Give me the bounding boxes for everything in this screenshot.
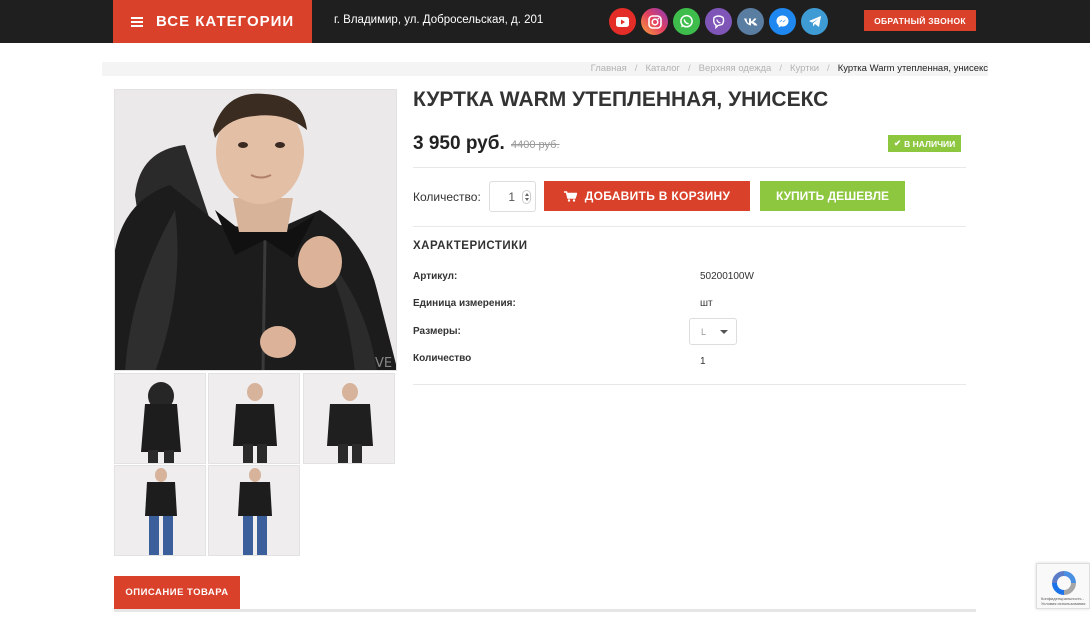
property-value-unit: шт [700,298,713,309]
quantity-stepper[interactable]: 1 [489,181,536,212]
buy-cheaper-button[interactable]: КУПИТЬ ДЕШЕВЛЕ [760,181,905,211]
all-categories-label: ВСЕ КАТЕГОРИИ [156,13,295,30]
breadcrumb-link-catalog[interactable]: Каталог [645,63,680,74]
social-links [609,8,828,35]
breadcrumb-separator: / [687,63,691,74]
product-old-price: 4400 руб. [511,139,560,151]
breadcrumb-separator: / [827,63,830,74]
add-to-cart-button[interactable]: ДОБАВИТЬ В КОРЗИНУ [544,181,750,211]
youtube-icon[interactable] [609,8,636,35]
breadcrumb-link-outerwear[interactable]: Верхняя одежда [699,63,772,74]
callback-button[interactable]: ОБРАТНЫЙ ЗВОНОК [864,10,976,31]
divider [413,167,966,168]
quantity-label: Количество: [413,190,481,204]
breadcrumb-link-home[interactable]: Главная [591,63,627,74]
cart-icon [563,190,577,202]
image-watermark: VE [375,356,392,371]
breadcrumb-link-jackets[interactable]: Куртки [790,63,819,74]
characteristics-title: ХАРАКТЕРИСТИКИ [413,240,528,252]
property-label-sizes: Размеры: [413,326,461,337]
tab-description[interactable]: ОПИСАНИЕ ТОВАРА [114,576,240,609]
divider [413,384,966,385]
product-main-image[interactable]: VE [114,89,397,371]
add-to-cart-label: ДОБАВИТЬ В КОРЗИНУ [584,189,731,203]
viber-icon[interactable] [705,8,732,35]
recaptcha-icon [1052,571,1076,595]
product-thumbnail[interactable] [303,373,395,464]
breadcrumb-separator: / [779,63,782,74]
property-label-article: Артикул: [413,271,458,282]
property-value-quantity: 1 [700,356,706,367]
chevron-down-icon [720,330,728,334]
check-icon: ✔ [894,138,902,148]
telegram-icon[interactable] [801,8,828,35]
vk-icon[interactable] [737,8,764,35]
all-categories-button[interactable]: ВСЕ КАТЕГОРИИ [113,0,312,43]
property-label-quantity: Количество [413,353,472,364]
breadcrumb-current: Куртка Warm утепленная, унисекс [837,63,988,74]
breadcrumb: Главная / Каталог / Верхняя одежда / Кур… [591,63,988,74]
product-thumbnail[interactable] [114,465,206,556]
stock-badge: ✔ В НАЛИЧИИ [888,135,962,152]
quantity-value[interactable]: 1 [490,190,518,204]
breadcrumb-separator: / [634,63,638,74]
whatsapp-icon[interactable] [673,8,700,35]
property-value-article: 50200100W [700,271,754,282]
product-price: 3 950 руб. [413,133,505,154]
spinner-icon[interactable] [522,189,531,204]
menu-icon [131,16,143,27]
product-thumbnail[interactable] [114,373,206,464]
property-label-unit: Единица измерения: [413,298,516,309]
store-address: г. Владимир, ул. Добросельская, д. 201 [334,14,544,26]
instagram-icon[interactable] [641,8,668,35]
size-selected-value: L [701,326,707,337]
stock-label: В НАЛИЧИИ [904,138,956,149]
recaptcha-text[interactable]: Конфиденциальность - Условия использован… [1041,597,1089,606]
product-thumbnail[interactable] [208,373,300,464]
messenger-icon[interactable] [769,8,796,35]
tab-underline [114,609,976,612]
product-title: КУРТКА WARM УТЕПЛЕННАЯ, УНИСЕКС [413,88,829,111]
recaptcha-badge[interactable]: Конфиденциальность - Условия использован… [1036,563,1090,609]
divider [413,226,966,227]
product-thumbnail[interactable] [208,465,300,556]
size-select[interactable]: L [689,318,737,345]
